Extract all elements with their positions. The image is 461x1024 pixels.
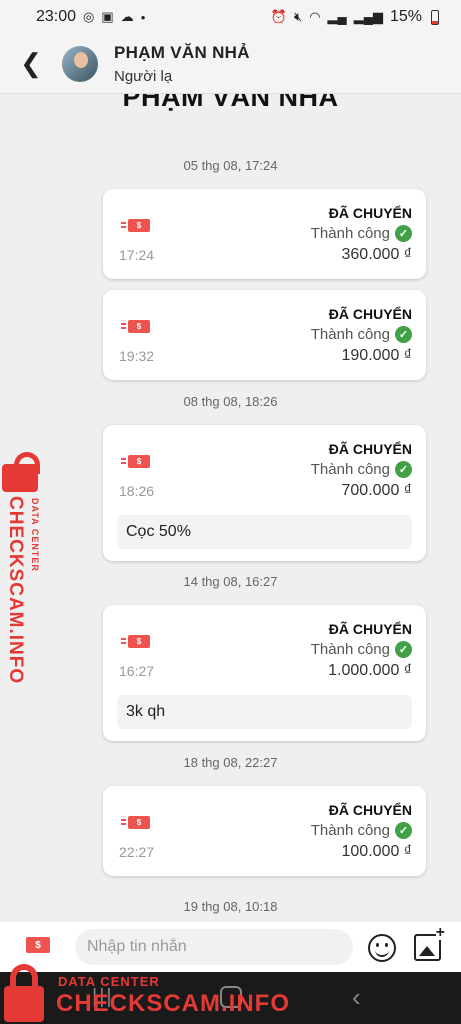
add-image-icon[interactable] [414, 926, 445, 961]
dot-icon: • [140, 9, 146, 25]
message-input[interactable] [75, 929, 353, 965]
transfer-card[interactable]: $ 17:24 ĐÃ CHUYỂN Thành công ✓ 360.000 ₫ [103, 189, 426, 279]
signal-icon: ▂▄ [327, 9, 347, 24]
watermark-side: CHECKSCAM.INFO DATA CENTER [0, 452, 50, 684]
card-status: Thành công ✓ [311, 822, 412, 839]
header-text[interactable]: PHẠM VĂN NHẢ Người lạ [114, 43, 250, 85]
transfer-card[interactable]: $ 19:32 ĐÃ CHUYỂN Thành công ✓ 190.000 ₫ [103, 290, 426, 380]
chevron-left-icon: ❮ [20, 48, 42, 78]
watermark-brand: CHECKSCAM.INFO [56, 990, 290, 1017]
date-separator: 08 thg 08, 18:26 [183, 394, 278, 409]
watermark-tagline: DATA CENTER [30, 498, 40, 572]
card-time: 17:24 [119, 247, 155, 263]
signal-icon: ▂▄▆ [353, 9, 383, 24]
chat-area[interactable]: PHẠM VĂN NHẢ 05 thg 08, 17:24 $ 17:24 ĐÃ… [0, 94, 461, 922]
card-amount: 360.000 ₫ [341, 246, 413, 263]
money-transfer-icon: $ [121, 635, 150, 648]
system-back-button[interactable]: ‹ [352, 982, 361, 1013]
card-status: Thành công ✓ [311, 641, 412, 658]
card-title: ĐÃ CHUYỂN [328, 441, 412, 457]
card-note: 3k qh [117, 695, 412, 729]
date-separator: 05 thg 08, 17:24 [183, 158, 278, 173]
status-right: ⏰ 🔇︎ ◠ ▂▄ ▂▄▆ 15% [271, 8, 439, 26]
transfer-card[interactable]: $ 18:26 ĐÃ CHUYỂN Thành công ✓ 700.000 ₫ … [103, 425, 426, 561]
watermark-brand: CHECKSCAM.INFO [5, 496, 26, 685]
money-transfer-icon: $ [121, 320, 150, 333]
check-circle-icon: ✓ [395, 326, 412, 343]
transfer-card[interactable]: $ 16:27 ĐÃ CHUYỂN Thành công ✓ 1.000.000 … [103, 605, 426, 741]
money-transfer-icon[interactable]: $ [26, 937, 50, 953]
wifi-icon: ◠ [309, 9, 321, 24]
check-circle-icon: ✓ [395, 461, 412, 478]
card-title: ĐÃ CHUYỂN [328, 621, 412, 637]
gallery-icon: ▣ [101, 9, 114, 24]
card-time: 22:27 [119, 844, 155, 860]
card-amount: 100.000 ₫ [341, 843, 413, 860]
status-left: 23:00 ◎ ▣ ☁ • [36, 8, 145, 26]
contact-status: Người lạ [114, 67, 173, 85]
emoji-icon[interactable] [368, 934, 396, 962]
check-circle-icon: ✓ [395, 641, 412, 658]
date-separator: 18 thg 08, 22:27 [183, 755, 278, 770]
card-status: Thành công ✓ [311, 225, 412, 242]
messenger-icon: ◎ [83, 9, 95, 24]
money-transfer-icon: $ [121, 816, 150, 829]
card-title: ĐÃ CHUYỂN [328, 306, 412, 322]
card-amount: 190.000 ₫ [341, 347, 413, 364]
back-button[interactable]: ❮ [0, 34, 62, 94]
battery-percent: 15% [389, 8, 422, 25]
check-circle-icon: ✓ [395, 225, 412, 242]
card-note: Cọc 50% [117, 515, 412, 549]
status-time: 23:00 [36, 8, 77, 25]
card-title: ĐÃ CHUYỂN [328, 205, 412, 221]
card-time: 18:26 [119, 483, 155, 499]
card-amount: 700.000 ₫ [341, 482, 413, 499]
banner-name: PHẠM VĂN NHẢ [122, 94, 339, 112]
card-title: ĐÃ CHUYỂN [328, 802, 412, 818]
alarm-icon: ⏰ [270, 9, 287, 24]
battery-icon [431, 9, 439, 25]
avatar[interactable] [62, 45, 98, 82]
date-separator: 19 thg 08, 10:18 [183, 899, 278, 914]
money-transfer-icon: $ [121, 219, 150, 232]
cloud-icon: ☁ [120, 9, 134, 24]
date-separator: 14 thg 08, 16:27 [183, 574, 278, 589]
mute-icon: 🔇︎ [293, 9, 303, 24]
check-circle-icon: ✓ [395, 822, 412, 839]
lock-icon [2, 452, 46, 492]
chat-header: ❮ PHẠM VĂN NHẢ Người lạ [0, 34, 461, 94]
watermark-bottom: DATA CENTER CHECKSCAM.INFO [0, 962, 290, 1024]
contact-name: PHẠM VĂN NHẢ [114, 42, 250, 62]
lock-icon [4, 962, 44, 1022]
card-time: 19:32 [119, 348, 155, 364]
watermark-tagline: DATA CENTER [58, 974, 160, 989]
status-bar: 23:00 ◎ ▣ ☁ • ⏰ 🔇︎ ◠ ▂▄ ▂▄▆ 15% [0, 0, 461, 34]
card-time: 16:27 [119, 663, 155, 679]
money-transfer-icon: $ [121, 455, 150, 468]
transfer-card[interactable]: $ 22:27 ĐÃ CHUYỂN Thành công ✓ 100.000 ₫ [103, 786, 426, 876]
card-amount: 1.000.000 ₫ [328, 662, 412, 679]
card-status: Thành công ✓ [311, 326, 412, 343]
card-status: Thành công ✓ [311, 461, 412, 478]
